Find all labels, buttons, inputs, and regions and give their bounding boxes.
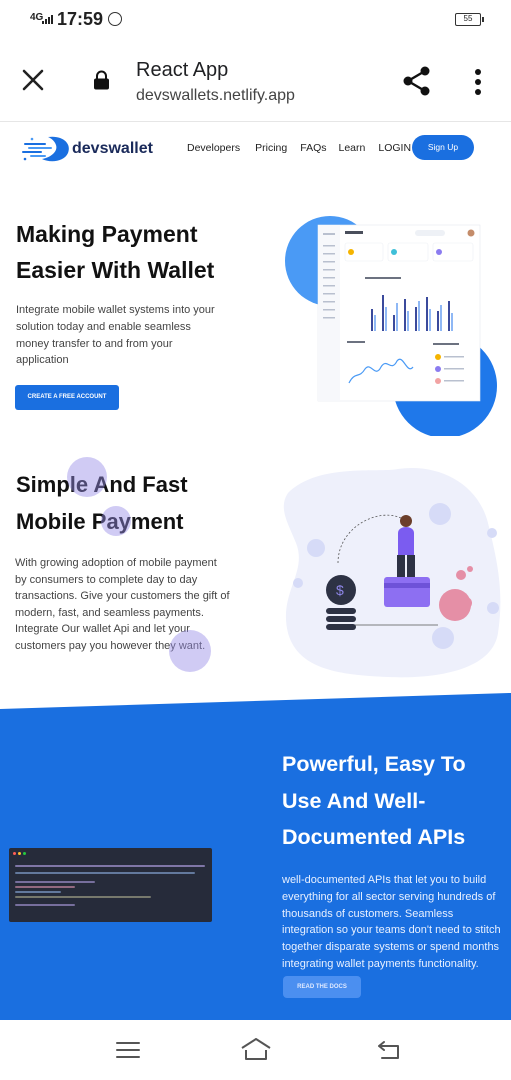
system-nav-bar xyxy=(0,1020,511,1080)
logo-text: devswallet xyxy=(72,140,153,157)
code-line xyxy=(15,872,195,874)
more-vert-icon[interactable] xyxy=(468,68,488,96)
battery-icon: 55 xyxy=(455,13,484,26)
read-docs-button[interactable]: READ THE DOCS xyxy=(283,976,361,998)
nav-link-login[interactable]: LOGIN xyxy=(378,142,411,154)
code-line xyxy=(15,886,75,888)
code-line xyxy=(15,896,151,898)
lock-icon xyxy=(94,70,109,90)
decor-bubble xyxy=(67,457,107,497)
nav-link-pricing[interactable]: Pricing xyxy=(255,142,287,154)
page-url[interactable]: devswallets.netlify.app xyxy=(136,87,295,105)
hero-title: Making Payment Easier With Wallet xyxy=(16,221,215,283)
signup-button[interactable]: Sign Up xyxy=(412,135,474,160)
create-account-button[interactable]: CREATE A FREE ACCOUNT xyxy=(15,385,119,410)
status-bar: 4G 17:59 55 xyxy=(0,0,511,40)
window-controls xyxy=(13,852,26,855)
logo-mark-icon xyxy=(22,136,69,162)
nav-link-developers[interactable]: Developers xyxy=(187,142,240,154)
decor-bubble xyxy=(101,506,131,536)
site-nav: Developers Pricing FAQs Learn LOGIN xyxy=(187,142,411,154)
decor-bubble xyxy=(169,630,211,672)
code-line xyxy=(15,891,61,893)
signal-icon xyxy=(42,15,53,24)
svg-text:$: $ xyxy=(336,582,344,598)
home-icon[interactable] xyxy=(240,1036,272,1062)
clock: 17:59 xyxy=(57,9,104,29)
share-icon[interactable] xyxy=(402,66,432,96)
site-logo[interactable]: devswallet xyxy=(22,133,154,165)
nav-link-learn[interactable]: Learn xyxy=(339,142,366,154)
web-page: devswallet Developers Pricing FAQs Learn… xyxy=(0,123,511,1020)
code-line xyxy=(15,904,75,906)
page-title: React App xyxy=(136,59,229,81)
close-icon[interactable] xyxy=(20,67,46,93)
hero-description: Integrate mobile wallet systems into you… xyxy=(16,304,215,367)
browser-toolbar: React App devswallets.netlify.app xyxy=(0,40,511,122)
back-icon[interactable] xyxy=(376,1039,402,1061)
api-section-title: Powerful, Easy To Use And Well-Documente… xyxy=(282,752,466,849)
code-line xyxy=(15,881,95,883)
section-fast-title: Simple And Fast Mobile Payment xyxy=(16,472,188,534)
dashboard-illustration xyxy=(285,216,497,436)
code-snippet-window xyxy=(9,848,212,922)
whatsapp-icon xyxy=(108,12,122,26)
payment-illustration: $ xyxy=(283,467,501,678)
code-line xyxy=(15,865,205,867)
api-section-description: well-documented APIs that let you to bui… xyxy=(282,874,501,970)
menu-icon[interactable] xyxy=(116,1041,140,1059)
nav-link-faqs[interactable]: FAQs xyxy=(300,142,326,154)
